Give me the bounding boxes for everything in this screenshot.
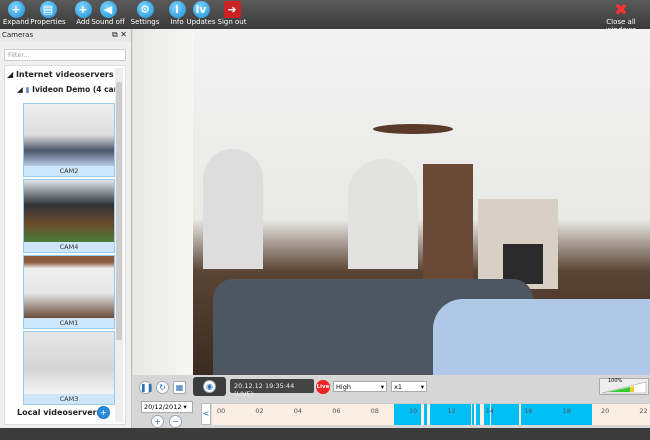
timeline-tick-label: 20 bbox=[601, 407, 610, 415]
properties-icon: ▤ bbox=[39, 1, 57, 18]
recording-segment[interactable] bbox=[423, 404, 428, 425]
playback-controls: ❚❚ ↻ ▦ ◉ 20.12.12 19:35:44 (LIVE) Live H… bbox=[133, 375, 650, 428]
live-button[interactable]: Live bbox=[316, 380, 330, 394]
sign-out-icon: ➜ bbox=[223, 1, 241, 18]
video-view[interactable] bbox=[133, 29, 650, 375]
properties-button[interactable]: ▤ Properties bbox=[28, 1, 68, 26]
filter-input[interactable]: Filter... bbox=[4, 49, 126, 61]
date-picker[interactable]: 20/12/2012 ▾ bbox=[141, 401, 193, 413]
timeline-tick-label: 12 bbox=[447, 407, 456, 415]
timeline-tick-label: 08 bbox=[370, 407, 379, 415]
tree-server-ivideon[interactable]: ◢ ▮ Ivideon Demo (4 cameras) bbox=[17, 85, 123, 94]
recording-segment[interactable] bbox=[476, 404, 481, 425]
speaker-icon: ◀ bbox=[99, 1, 117, 18]
camera-icon: ◉ bbox=[203, 380, 216, 393]
toolbar: + Expand ▤ Properties + Add ◀ Sound off ⚙ Setting… bbox=[0, 0, 650, 34]
camera-preview bbox=[24, 180, 114, 242]
sound-off-button[interactable]: ◀ Sound off bbox=[88, 1, 128, 26]
gear-icon: ⚙ bbox=[136, 1, 154, 18]
scrollbar[interactable] bbox=[115, 68, 123, 422]
quality-select[interactable]: High ▾ bbox=[333, 381, 387, 392]
updates-icon: iv bbox=[192, 1, 210, 18]
camera-thumbnail[interactable]: CAM3 bbox=[23, 331, 115, 405]
timeline-tick-label: 04 bbox=[293, 407, 303, 415]
zoom-out-button[interactable]: − bbox=[169, 415, 182, 428]
camera-preview bbox=[24, 104, 114, 166]
camera-thumbnail[interactable]: CAM4 bbox=[23, 179, 115, 253]
timeline-prev-button[interactable]: < bbox=[201, 403, 211, 425]
refresh-button[interactable]: ↻ bbox=[156, 381, 169, 394]
camera-tree: ◢ Internet videoservers ◢ ▮ Ivideon Demo… bbox=[4, 65, 126, 425]
plus-icon: + bbox=[7, 1, 25, 18]
timeline-tick-label: 16 bbox=[524, 407, 533, 415]
volume-slider[interactable]: 100% bbox=[599, 378, 649, 395]
recording-segment[interactable] bbox=[471, 404, 475, 425]
timeline-tick-label: 06 bbox=[332, 407, 341, 415]
server-icon: ▮ bbox=[25, 85, 30, 94]
timeline-tick-label: 22 bbox=[639, 407, 648, 415]
add-server-button[interactable]: + bbox=[97, 406, 110, 419]
timeline-tick-label: 14 bbox=[485, 407, 495, 415]
camera-preview bbox=[24, 332, 114, 394]
camera-thumbnail[interactable]: CAM1 bbox=[23, 255, 115, 329]
sign-out-button[interactable]: ➜ Sign out bbox=[212, 1, 252, 26]
timeline-tick-label: 10 bbox=[409, 407, 418, 415]
timeline-tick-label: 18 bbox=[562, 407, 571, 415]
camera-preview bbox=[24, 256, 114, 318]
film-icon[interactable]: ▦ bbox=[173, 381, 186, 394]
cameras-panel: Cameras ⧉ ✕ Filter... ◢ Internet videose… bbox=[0, 29, 132, 428]
zoom-in-button[interactable]: + bbox=[151, 415, 164, 428]
timestamp-display: 20.12.12 19:35:44 (LIVE) bbox=[230, 379, 314, 398]
camera-thumbnail[interactable]: CAM2 bbox=[23, 103, 115, 177]
tree-group-local[interactable]: Local videoservers bbox=[17, 408, 101, 417]
close-icon: ✖ bbox=[614, 0, 628, 19]
status-bar bbox=[0, 428, 650, 440]
timeline[interactable]: 00 02 04 06 08 10 12 14 16 18 20 22 bbox=[212, 403, 650, 425]
pause-button[interactable]: ❚❚ bbox=[139, 381, 153, 394]
tree-group-internet[interactable]: ◢ Internet videoservers bbox=[7, 70, 114, 79]
close-icon[interactable]: ⧉ ✕ bbox=[112, 30, 127, 40]
timeline-tick-label: 02 bbox=[255, 407, 264, 415]
snapshot-button[interactable]: ◉ bbox=[193, 377, 226, 396]
recording-segment[interactable] bbox=[490, 404, 519, 425]
panel-header: Cameras ⧉ ✕ bbox=[0, 29, 131, 42]
speed-select[interactable]: x1 ▾ bbox=[391, 381, 427, 392]
timeline-tick-label: 00 bbox=[217, 407, 226, 415]
